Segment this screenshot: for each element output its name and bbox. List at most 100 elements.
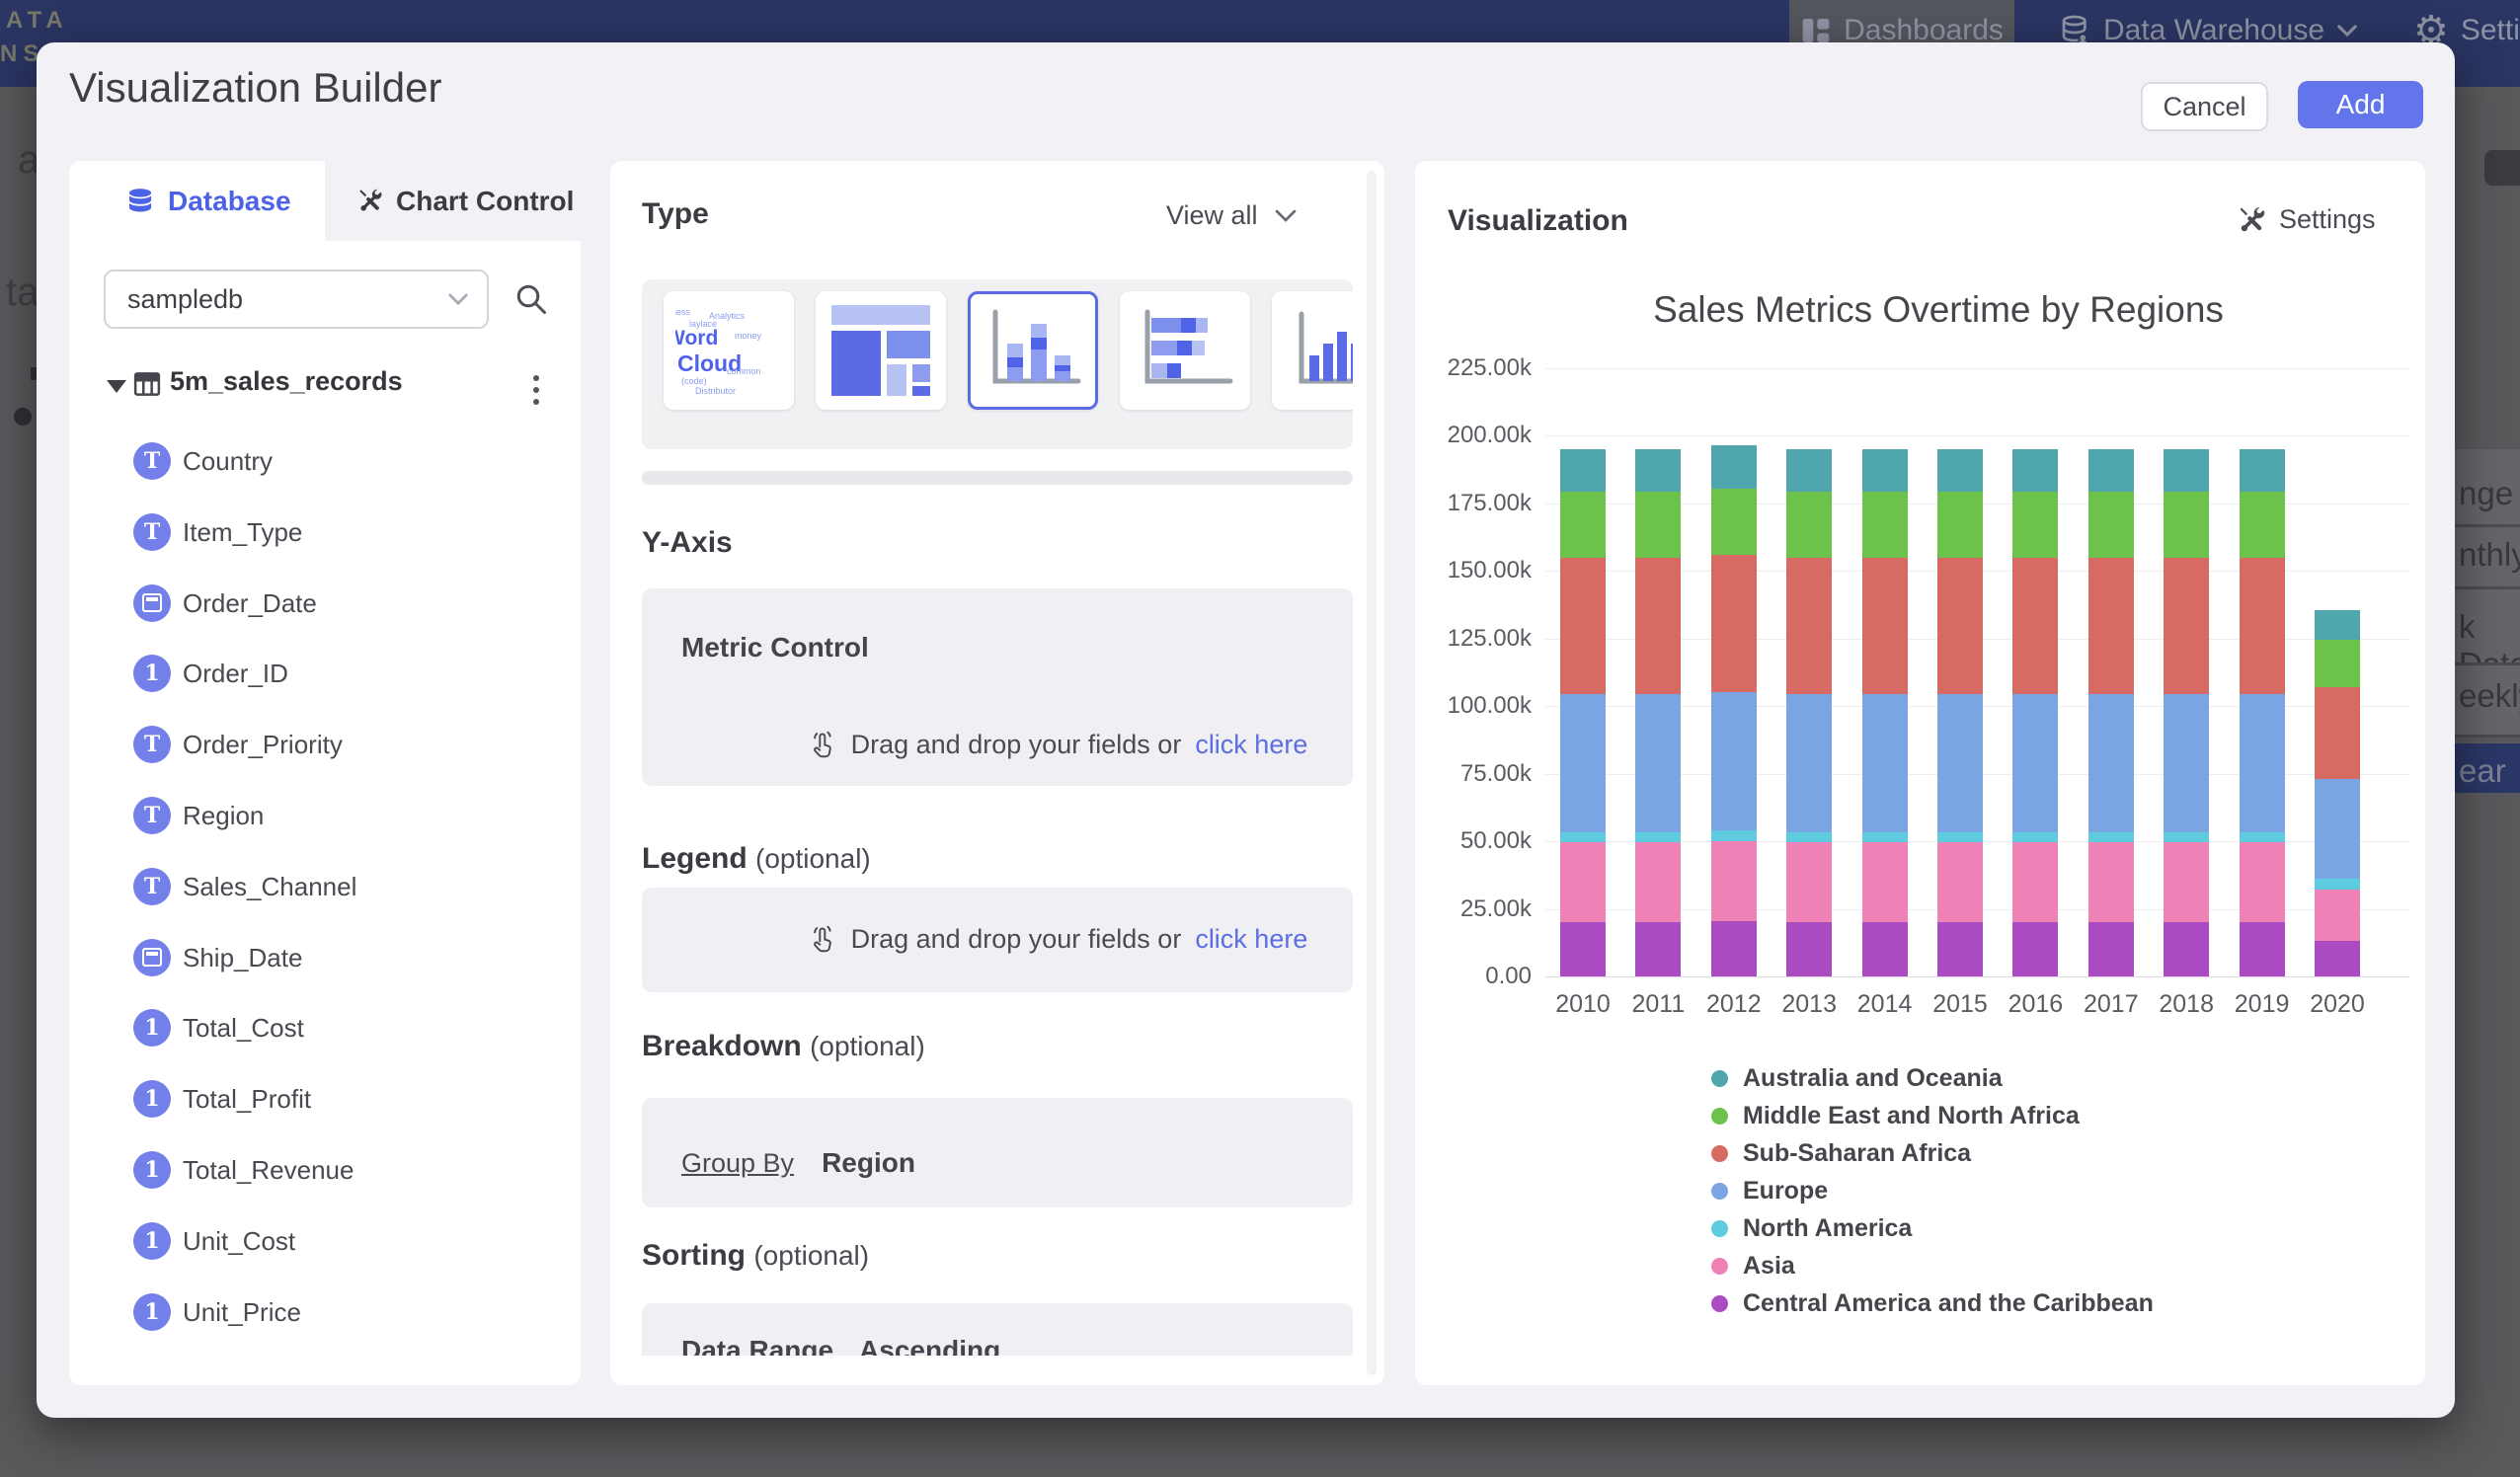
field-item-country[interactable]: TCountry xyxy=(69,442,581,498)
tools-icon xyxy=(2238,205,2267,235)
bar-segment xyxy=(2088,694,2134,832)
number-field-icon: 1 xyxy=(133,1151,171,1189)
legend-label: Europe xyxy=(1743,1177,1828,1205)
database-panel: Database Chart Control sampledb xyxy=(69,161,581,1385)
cancel-button[interactable]: Cancel xyxy=(2141,82,2268,131)
gridline xyxy=(1545,368,2409,369)
viz-settings-button[interactable]: Settings xyxy=(2238,204,2376,235)
wordcloud-word: money xyxy=(735,331,761,341)
sorting-header: Sorting (optional) xyxy=(642,1239,869,1273)
group-by-link[interactable]: Group By xyxy=(681,1148,794,1179)
field-label: Order_ID xyxy=(183,659,288,689)
click-here-link[interactable]: click here xyxy=(1195,730,1307,760)
chart-type-wordcloud[interactable]: Word Cloud inessAnalyticslaylacemoney(co… xyxy=(664,291,794,410)
caret-down-icon[interactable] xyxy=(107,380,126,393)
field-item-total_profit[interactable]: 1 Total_Profit xyxy=(69,1080,581,1135)
legend-dot xyxy=(1711,1108,1728,1125)
y-axis-tick-label: 200.00k xyxy=(1415,422,1532,449)
sorting-config[interactable]: Data Range Ascending xyxy=(642,1303,1353,1356)
legend-dropzone[interactable]: Drag and drop your fields or click here xyxy=(642,888,1353,992)
bar-segment xyxy=(2240,922,2285,976)
kebab-menu-icon[interactable] xyxy=(533,369,539,411)
y-axis-tick-label: 100.00k xyxy=(1415,692,1532,720)
field-label: Total_Cost xyxy=(183,1013,304,1044)
field-item-sales_channel[interactable]: T Sales_Channel xyxy=(69,868,581,923)
vertical-scrollbar[interactable] xyxy=(1367,171,1377,1375)
table-icon xyxy=(132,369,162,399)
chart-type-stacked-bar[interactable] xyxy=(1120,291,1250,410)
date-field-icon xyxy=(133,584,171,622)
bar-segment xyxy=(1937,694,1983,832)
table-tree-node[interactable]: 5m_sales_records xyxy=(69,363,581,407)
field-item-order_id[interactable]: 1Order_ID xyxy=(69,655,581,710)
x-axis-tick-label: 2016 xyxy=(1996,990,2075,1019)
bar-segment xyxy=(1937,922,1983,976)
chart-type-treemap[interactable] xyxy=(816,291,946,410)
type-header: Type xyxy=(642,197,709,231)
field-label: Order_Priority xyxy=(183,730,343,760)
bar-segment xyxy=(1635,449,1681,491)
visualization-panel: Visualization Settings Sales Metrics Ove… xyxy=(1415,161,2425,1385)
bar-segment xyxy=(1937,449,1983,491)
bar-segment xyxy=(1711,555,1757,692)
tab-chart-control-label: Chart Control xyxy=(396,186,574,217)
bar-segment xyxy=(2088,558,2134,694)
y-axis-tick-label: 0.00 xyxy=(1415,963,1532,990)
view-all-button[interactable]: View all xyxy=(1166,200,1298,231)
text-field-icon: T xyxy=(133,513,171,551)
click-here-link[interactable]: click here xyxy=(1195,924,1307,955)
field-item-unit_price[interactable]: 1Unit_Price xyxy=(69,1293,581,1349)
number-field-icon: 1 xyxy=(133,1080,171,1118)
modal-title: Visualization Builder xyxy=(69,64,441,112)
metric-control-dropzone[interactable]: Metric Control Drag and drop your fields… xyxy=(642,588,1353,786)
text-field-icon: T xyxy=(133,868,171,905)
bg-row-text: nge xyxy=(2459,475,2513,512)
field-item-total_cost[interactable]: 1 Total_Cost xyxy=(69,1009,581,1064)
field-item-order_priority[interactable]: TOrder_Priority xyxy=(69,726,581,781)
bar-segment xyxy=(2315,879,2360,890)
bar-segment xyxy=(1786,922,1832,976)
bar-segment xyxy=(1635,922,1681,976)
number-field-icon: 1 xyxy=(133,1009,171,1047)
add-button[interactable]: Add xyxy=(2298,81,2423,128)
bar-segment xyxy=(2315,941,2360,976)
bar-segment xyxy=(2240,449,2285,491)
field-item-item_type[interactable]: TItem_Type xyxy=(69,513,581,569)
search-icon[interactable] xyxy=(513,281,549,317)
legend-dot xyxy=(1711,1070,1728,1087)
field-item-total_revenue[interactable]: 1Total_Revenue xyxy=(69,1151,581,1206)
y-axis-tick-label: 150.00k xyxy=(1415,557,1532,584)
drag-drop-text: Drag and drop your fields or xyxy=(851,924,1182,955)
field-item-unit_cost[interactable]: 1Unit_Cost xyxy=(69,1222,581,1278)
field-item-ship_date[interactable]: Ship_Date xyxy=(69,939,581,994)
horizontal-scrollbar[interactable] xyxy=(642,471,1353,485)
field-item-region[interactable]: TRegion xyxy=(69,797,581,852)
breakdown-config[interactable]: Group By Region xyxy=(642,1098,1353,1207)
field-label: Region xyxy=(183,801,264,831)
bar-segment xyxy=(2315,640,2360,687)
x-axis-tick-label: 2012 xyxy=(1694,990,1773,1019)
field-label: Sales_Channel xyxy=(183,872,356,902)
y-axis-tick-label: 175.00k xyxy=(1415,490,1532,517)
bar-segment xyxy=(1862,492,1908,558)
chart-type-column[interactable] xyxy=(1272,291,1353,410)
wordcloud-word: laylace xyxy=(689,319,717,329)
table-name: 5m_sales_records xyxy=(170,366,403,397)
bar-segment xyxy=(1862,449,1908,491)
legend-label: Sub-Saharan Africa xyxy=(1743,1139,1971,1168)
field-label: Total_Profit xyxy=(183,1084,311,1115)
field-item-order_date[interactable]: Order_Date xyxy=(69,584,581,640)
legend-item: Central America and the Caribbean xyxy=(1711,1289,2154,1318)
chart-type-stacked-column[interactable] xyxy=(968,291,1098,410)
x-axis-tick-label: 2017 xyxy=(2072,990,2151,1019)
field-label: Order_Date xyxy=(183,588,317,619)
bar-segment xyxy=(2315,610,2360,640)
tab-database[interactable]: Database xyxy=(69,161,325,241)
legend-item: Australia and Oceania xyxy=(1711,1064,2003,1093)
chart-type-strip: Word Cloud inessAnalyticslaylacemoney(co… xyxy=(642,279,1353,449)
bar-segment xyxy=(1560,558,1606,694)
bar-segment xyxy=(1786,558,1832,694)
tab-chart-control[interactable]: Chart Control xyxy=(325,161,581,241)
database-select[interactable]: sampledb xyxy=(104,270,489,329)
bar-segment xyxy=(2088,492,2134,558)
